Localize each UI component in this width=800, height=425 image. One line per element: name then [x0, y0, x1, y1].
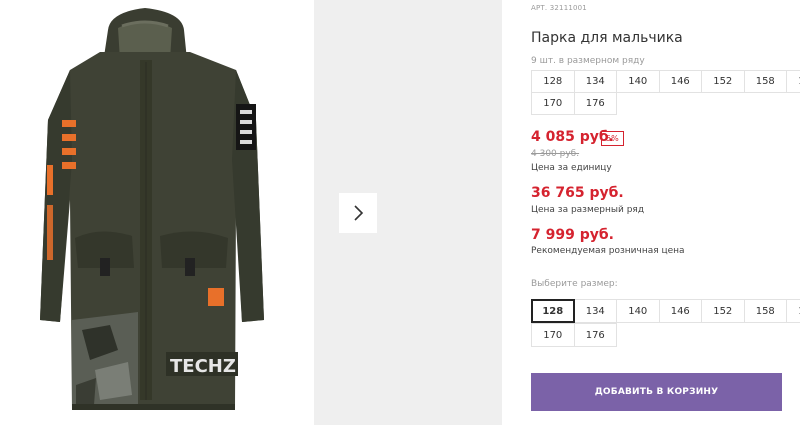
size-option-176[interactable]: 176: [573, 323, 617, 347]
unit-price-note: Цена за единицу: [531, 163, 612, 173]
next-image-button[interactable]: [339, 193, 377, 233]
size-row-cell: 128: [531, 70, 575, 93]
product-main-image[interactable]: TECHZ: [0, 0, 290, 425]
size-row-grid: 128 134 140 146 152 158 164 170 176: [531, 70, 800, 115]
size-selector: 128 134 140 146 152 158 164 170 176: [531, 299, 800, 347]
add-to-cart-button[interactable]: ДОБАВИТЬ В КОРЗИНУ: [531, 373, 782, 411]
discount-badge: 5%: [601, 131, 624, 146]
old-price: 4 300 руб.: [531, 149, 580, 159]
size-option-134[interactable]: 134: [573, 299, 617, 323]
choose-size-label: Выберите размер:: [531, 279, 618, 289]
size-row-cell: 152: [701, 70, 745, 93]
size-option-140[interactable]: 140: [616, 299, 660, 323]
size-row-cell: 176: [573, 92, 617, 115]
size-option-164[interactable]: 164: [786, 299, 800, 323]
size-row-cell: 164: [786, 70, 800, 93]
chevron-right-icon: [354, 205, 364, 221]
parka-print-text: TECHZ: [170, 356, 236, 377]
retail-price: 7 999 руб.: [531, 227, 614, 243]
size-row-price: 36 765 руб.: [531, 185, 624, 201]
size-row-cell: 158: [743, 70, 787, 93]
size-row-quantity-note: 9 шт. в размерном ряду: [531, 56, 645, 66]
size-row-cell: 134: [573, 70, 617, 93]
size-option-146[interactable]: 146: [658, 299, 702, 323]
retail-price-note: Рекомендуемая розничная цена: [531, 246, 685, 256]
product-title: Парка для мальчика: [531, 30, 683, 46]
size-row-cell: 140: [616, 70, 660, 93]
size-option-158[interactable]: 158: [743, 299, 787, 323]
size-row-price-note: Цена за размерный ряд: [531, 205, 645, 215]
parka-illustration: TECHZ: [40, 8, 264, 410]
product-article: АРТ. 32111001: [531, 4, 587, 12]
size-row-cell: 170: [531, 92, 575, 115]
size-option-152[interactable]: 152: [701, 299, 745, 323]
product-page: TECHZ АРТ. 32111001 Парка для мальчика 9…: [0, 0, 800, 425]
size-option-128[interactable]: 128: [531, 299, 575, 323]
size-option-170[interactable]: 170: [531, 323, 575, 347]
size-row-cell: 146: [658, 70, 702, 93]
